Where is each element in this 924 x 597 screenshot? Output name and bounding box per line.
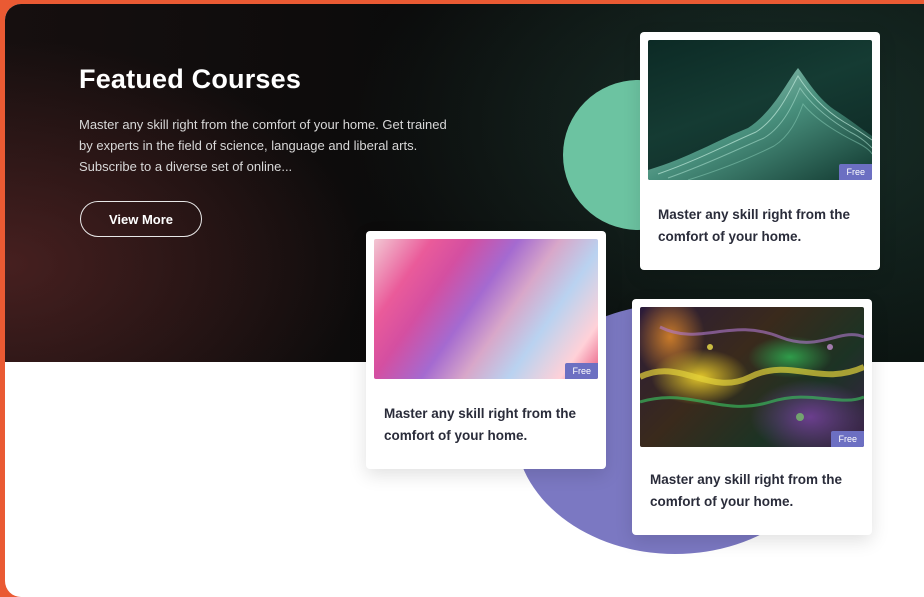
course-card-text[interactable]: Master any skill right from the comfort … (650, 469, 860, 513)
course-card[interactable]: Free Master any skill right from the com… (366, 231, 606, 469)
course-card-text[interactable]: Master any skill right from the comfort … (658, 204, 868, 248)
page-title: Featued Courses (79, 64, 302, 94)
teal-mountain-image: Free (648, 40, 872, 180)
free-badge: Free (839, 164, 872, 180)
course-card[interactable]: Free Master any skill right from the com… (640, 32, 880, 270)
mountain-illustration (648, 68, 872, 180)
fluid-art-image: Free (640, 307, 864, 447)
free-badge: Free (565, 363, 598, 379)
page-frame: Featued Courses Master any skill right f… (5, 4, 924, 597)
fluid-art-illustration (640, 325, 864, 421)
course-card-text[interactable]: Master any skill right from the comfort … (384, 403, 594, 447)
pink-gradient-image: Free (374, 239, 598, 379)
free-badge: Free (831, 431, 864, 447)
hero-description: Master any skill right from the comfort … (79, 117, 447, 174)
course-card[interactable]: Free Master any skill right from the com… (632, 299, 872, 535)
view-more-button[interactable]: View More (80, 201, 202, 237)
